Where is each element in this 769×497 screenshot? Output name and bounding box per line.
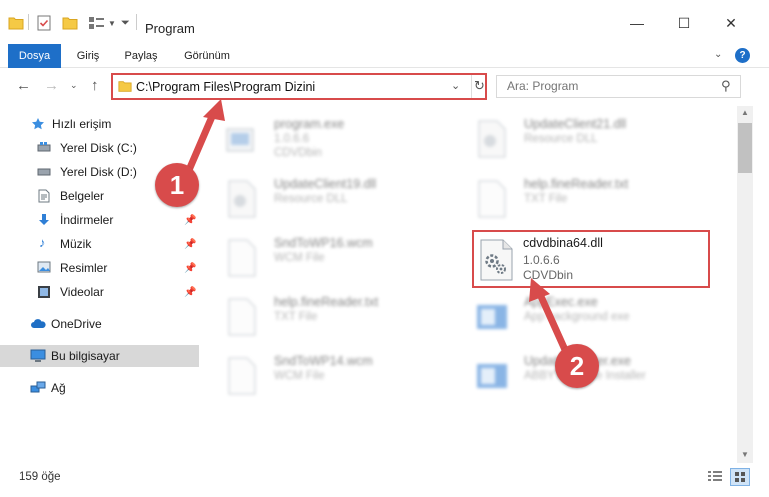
callout-badge-2: 2: [555, 344, 599, 388]
callout-arrows: [185, 99, 570, 356]
callout-badge-1: 1: [155, 163, 199, 207]
